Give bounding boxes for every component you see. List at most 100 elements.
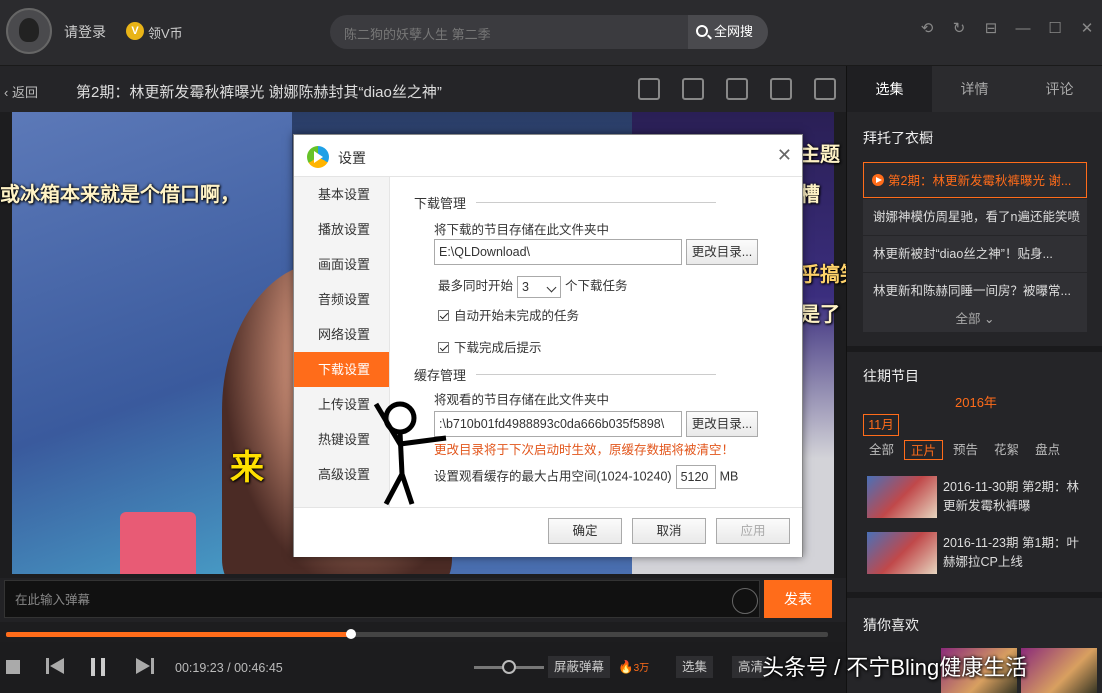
cache-folder-label: 将观看的节目存储在此文件夹中 <box>434 393 610 407</box>
video-title: 第2期：林更新发霉秋裤曝光 谢娜陈赫封其“diao丝之神” <box>76 84 442 101</box>
download-path-field[interactable]: E:\QLDownload\ <box>434 239 682 265</box>
refresh-icon[interactable]: ↻ <box>950 20 968 38</box>
year-label: 2016年 <box>955 395 997 410</box>
max-tasks-prefix: 最多同时开始 <box>438 279 514 293</box>
sidebar: 选集 详情 评论 拜托了衣橱 第2期：林更新发霉秋裤曝光 谢... 谢娜神模仿周… <box>846 66 1102 693</box>
filter-all[interactable]: 全部 <box>863 440 900 460</box>
settings-dialog: 设置 ✕ 基本设置 播放设置 画面设置 音频设置 网络设置 下载设置 上传设置 … <box>293 134 803 557</box>
share-icon[interactable] <box>770 78 792 100</box>
notify-option[interactable]: 下载完成后提示 <box>438 337 542 356</box>
cancel-button[interactable]: 取消 <box>632 518 706 544</box>
list-item[interactable]: 林更新和陈赫同睡一间房？被曝常... <box>863 273 1087 309</box>
screen-icon[interactable] <box>814 78 836 100</box>
filter-trailer[interactable]: 预告 <box>947 440 984 460</box>
notify-checkbox[interactable] <box>438 342 449 353</box>
apply-button[interactable]: 应用 <box>716 518 790 544</box>
tab-comments[interactable]: 评论 <box>1017 66 1102 112</box>
search-button[interactable]: 全网搜 <box>688 15 768 49</box>
history-icon[interactable]: ⟲ <box>918 20 936 38</box>
recommend-title: 猜你喜欢 <box>863 617 919 633</box>
vcoin-icon: V <box>126 22 144 40</box>
max-tasks-row: 最多同时开始 3 个下载任务 <box>438 275 628 298</box>
favorite-icon[interactable] <box>726 78 748 100</box>
list-item[interactable]: 林更新被封“diao丝之神”！贴身... <box>863 236 1087 272</box>
previous-icon[interactable] <box>46 658 64 674</box>
stop-icon[interactable] <box>6 660 20 674</box>
nav-item-network[interactable]: 网络设置 <box>294 317 389 352</box>
login-link[interactable]: 请登录 <box>64 22 106 42</box>
back-label: 返回 <box>11 85 38 100</box>
dialog-title: 设置 <box>338 150 366 166</box>
divider <box>476 374 717 375</box>
past-episode-title: 2016-11-23期 第1期：叶赫娜拉CP上线 <box>943 536 1079 569</box>
maximize-icon[interactable]: ☐ <box>1046 20 1064 38</box>
tab-details[interactable]: 详情 <box>932 66 1017 112</box>
cache-size-row: 设置观看缓存的最大占用空间(1024-10240) 5120 MB <box>434 465 738 489</box>
notify-label: 下载完成后提示 <box>454 341 542 355</box>
episode-list: 第2期：林更新发霉秋裤曝光 谢... 谢娜神模仿周星驰，看了n遍还能笑喷 林更新… <box>863 162 1087 310</box>
nav-item-download[interactable]: 下载设置 <box>294 352 389 387</box>
filter-full[interactable]: 正片 <box>904 440 944 460</box>
cache-path-field[interactable]: :\b710b01fd4988893c0da666b035f5898\ <box>434 411 682 437</box>
cache-size-input[interactable]: 5120 <box>675 465 716 489</box>
past-episodes-title: 往期节目 <box>863 368 919 384</box>
filter-extras[interactable]: 花絮 <box>988 440 1025 460</box>
past-episode-item[interactable]: 2016-11-30期 第2期：林更新发霉秋裤曝 <box>867 476 1087 518</box>
sidebar-tabs: 选集 详情 评论 <box>847 66 1102 112</box>
top-bar: 请登录 V 领V币 陈二狗的妖孽人生 第二季 全网搜 ⟲ ↻ ⊟ — ☐ ✕ <box>0 0 1102 66</box>
minimize-icon[interactable]: — <box>1014 20 1032 38</box>
search-box: 陈二狗的妖孽人生 第二季 全网搜 <box>330 15 768 49</box>
progress-knob[interactable] <box>346 629 357 639</box>
list-item[interactable]: 谢娜神模仿周星驰，看了n遍还能笑喷 <box>863 199 1087 235</box>
mini-mode-icon[interactable] <box>638 78 660 100</box>
emoji-icon[interactable] <box>732 588 758 614</box>
max-tasks-select[interactable]: 3 <box>517 275 562 298</box>
cache-size-unit: MB <box>719 469 739 484</box>
time-display: 00:19:23 / 00:46:45 <box>175 661 283 675</box>
volume-slider[interactable] <box>474 660 544 674</box>
video-title-bar: ‹ 返回 第2期：林更新发霉秋裤曝光 谢娜陈赫封其“diao丝之神” <box>0 66 846 112</box>
auto-start-checkbox[interactable] <box>438 310 449 321</box>
block-danmu-button[interactable]: 屏蔽弹幕 <box>548 656 611 678</box>
search-input[interactable]: 陈二狗的妖孽人生 第二季 <box>344 24 491 43</box>
close-icon[interactable]: ✕ <box>777 145 792 166</box>
progress-bar[interactable] <box>6 629 828 639</box>
subtitle: 来 <box>230 449 264 487</box>
volume-knob[interactable] <box>502 660 516 674</box>
menu-icon[interactable]: ⊟ <box>982 20 1000 38</box>
show-all-label: 全部 <box>955 312 981 326</box>
next-icon[interactable] <box>136 658 154 674</box>
close-icon[interactable]: ✕ <box>1078 20 1096 38</box>
pause-icon[interactable] <box>90 658 106 676</box>
episodes-button[interactable]: 选集 <box>676 656 714 678</box>
show-all-button[interactable]: 全部 ⌄ <box>863 306 1087 332</box>
episode-filters: 全部 正片 预告 花絮 盘点 <box>863 440 1066 460</box>
tab-episodes[interactable]: 选集 <box>847 66 932 112</box>
tencent-video-logo-icon <box>307 146 329 168</box>
download-icon[interactable] <box>682 78 704 100</box>
month-tab[interactable]: 11月 <box>863 414 899 436</box>
danmu-input[interactable]: 在此输入弹幕 <box>4 580 760 618</box>
title-actions <box>638 78 836 100</box>
nav-item-audio[interactable]: 音频设置 <box>294 282 389 317</box>
total-time: 00:46:45 <box>234 661 283 675</box>
vcoin-link[interactable]: 领V币 <box>148 23 183 42</box>
cache-section-title: 缓存管理 <box>414 368 467 383</box>
recommend-thumbnail[interactable] <box>1021 648 1097 693</box>
nav-item-playback[interactable]: 播放设置 <box>294 212 389 247</box>
nav-item-basic[interactable]: 基本设置 <box>294 177 389 212</box>
nav-item-picture[interactable]: 画面设置 <box>294 247 389 282</box>
list-item[interactable]: 第2期：林更新发霉秋裤曝光 谢... <box>863 162 1087 198</box>
filter-highlights[interactable]: 盘点 <box>1029 440 1066 460</box>
send-button[interactable]: 发表 <box>764 580 832 618</box>
auto-start-option[interactable]: 自动开始未完成的任务 <box>438 305 579 324</box>
cache-change-dir-button[interactable]: 更改目录... <box>686 411 758 437</box>
back-button[interactable]: ‹ 返回 <box>4 82 38 101</box>
max-tasks-suffix: 个下载任务 <box>565 279 628 293</box>
download-folder-label: 将下载的节目存储在此文件夹中 <box>434 223 610 237</box>
past-episode-item[interactable]: 2016-11-23期 第1期：叶赫娜拉CP上线 <box>867 532 1087 574</box>
download-change-dir-button[interactable]: 更改目录... <box>686 239 758 265</box>
avatar[interactable] <box>6 8 52 54</box>
app-window: 请登录 V 领V币 陈二狗的妖孽人生 第二季 全网搜 ⟲ ↻ ⊟ — ☐ ✕ ‹… <box>0 0 1102 693</box>
ok-button[interactable]: 确定 <box>548 518 622 544</box>
